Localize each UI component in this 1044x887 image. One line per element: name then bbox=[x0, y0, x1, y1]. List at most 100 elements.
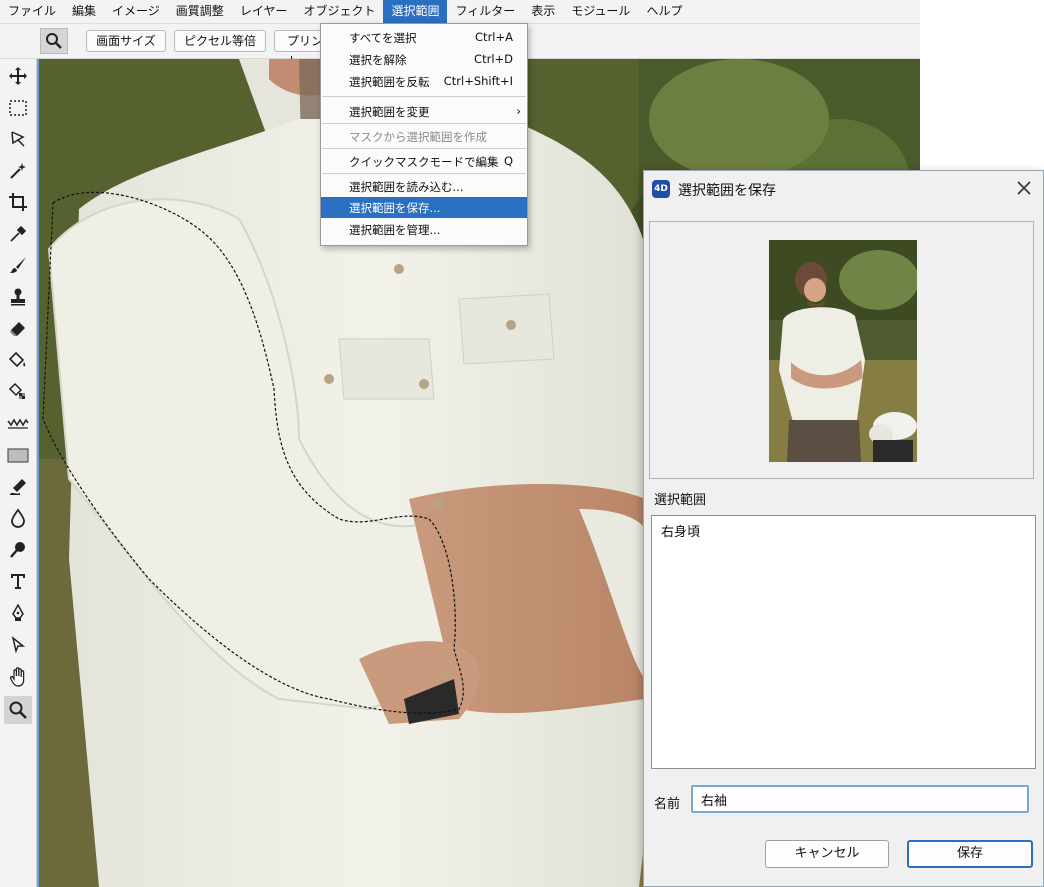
menu-item-select-all[interactable]: すべてを選択 Ctrl+A bbox=[321, 27, 527, 48]
menu-adjust[interactable]: 画質調整 bbox=[168, 0, 232, 23]
tool-bar bbox=[0, 59, 37, 887]
menu-item-from-mask: マスクから選択範囲を作成 bbox=[321, 126, 527, 147]
fill-bucket-tool[interactable] bbox=[4, 346, 32, 374]
submenu-arrow-icon: › bbox=[516, 104, 521, 118]
menu-item-label: 選択範囲を変更 bbox=[349, 105, 430, 119]
lasso-tool[interactable] bbox=[4, 125, 32, 153]
menu-item-load-selection[interactable]: 選択範囲を読み込む... bbox=[321, 176, 527, 197]
dialog-title: 選択範囲を保存 bbox=[678, 183, 776, 199]
zoom-icon bbox=[46, 33, 62, 49]
wave-icon bbox=[7, 418, 29, 429]
menu-edit[interactable]: 編集 bbox=[64, 0, 104, 23]
move-tool[interactable] bbox=[4, 62, 32, 90]
pattern-fill-tool[interactable] bbox=[4, 378, 32, 406]
close-button[interactable] bbox=[1013, 177, 1035, 199]
eyedropper-tool[interactable] bbox=[4, 220, 32, 248]
save-button[interactable]: 保存 bbox=[907, 840, 1033, 868]
menu-filter[interactable]: フィルター bbox=[447, 0, 523, 23]
pen-icon bbox=[12, 603, 24, 621]
menu-separator bbox=[322, 173, 526, 174]
path-select-tool[interactable] bbox=[4, 631, 32, 659]
hand-icon bbox=[9, 667, 25, 687]
blur-tool[interactable] bbox=[4, 504, 32, 532]
stamp-tool[interactable] bbox=[4, 283, 32, 311]
zoom-tool-indicator[interactable] bbox=[40, 28, 68, 54]
menu-item-save-selection[interactable]: 選択範囲を保存... bbox=[321, 197, 527, 218]
menu-image[interactable]: イメージ bbox=[104, 0, 168, 23]
rectangle-shape-tool[interactable] bbox=[4, 441, 32, 469]
menu-item-modify[interactable]: 選択範囲を変更 › bbox=[321, 101, 527, 122]
menu-item-shortcut: Ctrl+Shift+I bbox=[443, 74, 513, 88]
list-item[interactable]: 右身頃 bbox=[661, 521, 700, 540]
menu-selection[interactable]: 選択範囲 bbox=[383, 0, 448, 23]
preview-thumbnail bbox=[769, 240, 917, 462]
stamp-icon bbox=[11, 288, 25, 306]
save-selection-dialog: 4D 選択範囲を保存 選択範囲 右身頃 名前 右袖 キャンセル 保存 bbox=[643, 170, 1044, 887]
selection-menu-dropdown: すべてを選択 Ctrl+A 選択を解除 Ctrl+D 選択範囲を反転 Ctrl+… bbox=[320, 23, 528, 246]
dodge-icon bbox=[10, 542, 25, 558]
menu-item-shortcut: Ctrl+D bbox=[474, 52, 513, 66]
crop-icon bbox=[9, 193, 27, 211]
thumbnail-photo bbox=[769, 240, 917, 462]
menu-view[interactable]: 表示 bbox=[523, 0, 563, 23]
magic-wand-icon bbox=[10, 163, 26, 179]
hand-tool[interactable] bbox=[4, 663, 32, 691]
menu-item-label: 選択範囲を読み込む... bbox=[349, 180, 464, 194]
rect-marquee-icon bbox=[9, 100, 27, 116]
smudge-tool[interactable] bbox=[4, 473, 32, 501]
actual-pixels-button[interactable]: ピクセル等倍 bbox=[174, 30, 266, 52]
selection-list-label: 選択範囲 bbox=[654, 493, 707, 508]
lasso-icon bbox=[11, 131, 25, 147]
smudge-icon bbox=[10, 479, 26, 495]
pen-tool[interactable] bbox=[4, 599, 32, 627]
fit-screen-button[interactable]: 画面サイズ bbox=[86, 30, 166, 52]
eraser-tool[interactable] bbox=[4, 315, 32, 343]
menu-item-deselect[interactable]: 選択を解除 Ctrl+D bbox=[321, 49, 527, 70]
menu-item-label: すべてを選択 bbox=[349, 31, 417, 45]
path-select-icon bbox=[11, 636, 26, 654]
rect-marquee-tool[interactable] bbox=[4, 94, 32, 122]
name-input[interactable] bbox=[691, 785, 1029, 813]
menu-item-label: クイックマスクモードで編集 bbox=[349, 155, 499, 169]
crop-tool[interactable] bbox=[4, 188, 32, 216]
selection-list[interactable]: 右身頃 bbox=[651, 515, 1036, 769]
menu-item-invert[interactable]: 選択範囲を反転 Ctrl+Shift+I bbox=[321, 71, 527, 92]
zoom-icon bbox=[9, 701, 27, 719]
menu-separator bbox=[322, 96, 526, 97]
menu-item-label: 選択範囲を反転 bbox=[349, 75, 430, 89]
brush-tool[interactable] bbox=[4, 251, 32, 279]
magic-wand-tool[interactable] bbox=[4, 157, 32, 185]
menu-item-shortcut: Ctrl+A bbox=[475, 30, 513, 44]
menu-help[interactable]: ヘルプ bbox=[638, 0, 690, 23]
wave-tool[interactable] bbox=[4, 409, 32, 437]
menu-item-quick-mask[interactable]: クイックマスクモードで編集 Q bbox=[321, 151, 527, 172]
menu-item-label: 選択範囲を保存... bbox=[349, 201, 441, 215]
menu-object[interactable]: オブジェクト bbox=[295, 0, 383, 23]
menu-item-label: 選択範囲を管理... bbox=[349, 223, 441, 237]
pattern-fill-icon bbox=[8, 382, 25, 399]
menu-file[interactable]: ファイル bbox=[0, 0, 64, 23]
move-icon bbox=[9, 67, 27, 85]
eyedropper-icon bbox=[10, 225, 27, 242]
menu-bar: ファイル 編集 イメージ 画質調整 レイヤー オブジェクト 選択範囲 フィルター… bbox=[0, 0, 920, 24]
cancel-button[interactable]: キャンセル bbox=[765, 840, 889, 868]
menu-item-label: 選択を解除 bbox=[349, 53, 407, 67]
menu-layer[interactable]: レイヤー bbox=[232, 0, 296, 23]
eraser-icon bbox=[10, 322, 25, 336]
menu-item-shortcut: Q bbox=[503, 154, 513, 168]
rectangle-shape-icon bbox=[7, 448, 29, 463]
text-tool[interactable] bbox=[4, 567, 32, 595]
menu-separator bbox=[322, 123, 526, 124]
zoom-tool[interactable] bbox=[4, 696, 32, 724]
blur-drop-icon bbox=[11, 508, 25, 528]
dodge-tool[interactable] bbox=[4, 536, 32, 564]
menu-item-label: マスクから選択範囲を作成 bbox=[349, 130, 487, 144]
brush-icon bbox=[10, 257, 26, 273]
menu-separator bbox=[322, 148, 526, 149]
app-logo-icon: 4D bbox=[652, 180, 670, 198]
menu-item-manage-selection[interactable]: 選択範囲を管理... bbox=[321, 219, 527, 240]
dialog-title-bar: 4D 選択範囲を保存 bbox=[644, 171, 1043, 207]
preview-panel bbox=[649, 221, 1034, 479]
menu-module[interactable]: モジュール bbox=[563, 0, 638, 23]
fill-bucket-icon bbox=[8, 351, 26, 368]
